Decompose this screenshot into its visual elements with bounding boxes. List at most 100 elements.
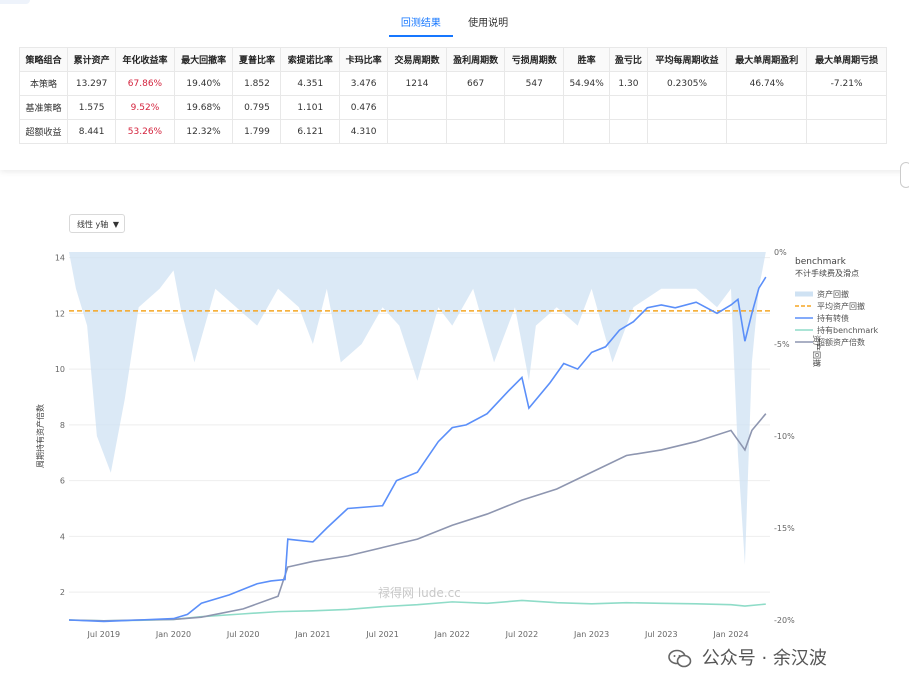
y2-tick-label: -15%: [774, 524, 795, 533]
y-tick-label: 2: [60, 588, 65, 597]
site-watermark: 禄得网 lude.cc: [378, 585, 461, 600]
table-row: 基准策略 1.575 9.52% 19.68% 0.795 1.101 0.476: [18, 95, 887, 120]
table-cell: 667: [445, 71, 506, 96]
table-cell: 3.476: [339, 71, 389, 96]
y2-tick-label: 0%: [774, 248, 787, 257]
table-cell: 0.2305%: [646, 71, 728, 96]
table-cell: 53.26%: [115, 119, 175, 144]
table-cell: 46.74%: [726, 71, 808, 96]
y2-tick-label: -5%: [774, 340, 790, 349]
table-cell: 0.476: [339, 95, 389, 120]
table-cell: 12.32%: [173, 119, 234, 144]
table-cell: [563, 95, 611, 120]
table-row: 本策略 13.297 67.86% 19.40% 1.852 4.351 3.476 1214…: [18, 71, 887, 96]
table-cell: [445, 95, 506, 120]
table-cell: 54.94%: [563, 71, 611, 96]
stats-header-cell: 交易周期数: [387, 47, 447, 72]
table-cell: 4.351: [280, 71, 341, 96]
x-tick-label: Jul 2021: [365, 630, 399, 639]
table-cell: 13.297: [67, 71, 117, 96]
stats-header-cell: 盈利周期数: [445, 47, 506, 72]
x-tick-label: Jul 2022: [505, 630, 539, 639]
y-tick-label: 10: [55, 365, 65, 374]
table-cell: 9.52%: [115, 95, 175, 120]
table-cell: 本策略: [18, 71, 69, 96]
table-cell: [806, 95, 887, 120]
watermark: 公众号 · 余汉波: [668, 644, 827, 670]
stats-header-cell: 索提诺比率: [280, 47, 341, 72]
table-cell: [646, 119, 728, 144]
brand-text: 公众号 · 余汉波: [701, 648, 827, 669]
table-cell: [646, 95, 728, 120]
tab-backtest-results[interactable]: 回测结果: [388, 14, 453, 37]
x-tick-label: Jul 2020: [226, 630, 260, 639]
table-cell: 4.310: [339, 119, 389, 144]
legend-item: 资产回撤: [817, 289, 849, 299]
table-cell: [609, 95, 648, 120]
x-tick-label: Jul 2023: [644, 630, 678, 639]
table-cell: -7.21%: [806, 71, 887, 96]
table-cell: [504, 119, 565, 144]
wechat-icon: [668, 649, 692, 668]
table-cell: 1.852: [232, 71, 282, 96]
tab-usage-guide[interactable]: 使用说明: [456, 14, 520, 35]
tab-bar: 回测结果 使用说明: [0, 14, 909, 37]
stats-header-cell: 年化收益率: [115, 47, 175, 72]
y-tick-label: 6: [60, 477, 65, 486]
table-cell: [806, 119, 887, 144]
table-cell: 67.86%: [115, 71, 175, 96]
legend-item: 持有benchmark: [817, 325, 879, 335]
stats-header-cell: 夏普比率: [232, 47, 282, 72]
table-cell: 8.441: [67, 119, 117, 144]
drawdown-area: [69, 252, 766, 565]
table-cell: 1214: [387, 71, 447, 96]
legend-subtitle: 不计手续费及滑点: [795, 268, 859, 278]
table-cell: 1.799: [232, 119, 282, 144]
equity-chart: 2 4 6 8 10 12 14 0% -5% -10% -15% -20% Jul 2019 Jan 2…: [35, 248, 879, 639]
stats-header-cell: 最大回撤率: [173, 47, 234, 72]
x-tick-label: Jan 2023: [573, 630, 609, 639]
x-tick-label: Jul 2019: [87, 630, 121, 639]
table-cell: 1.101: [280, 95, 341, 120]
stats-header-cell: 策略组合: [18, 47, 69, 72]
y2-tick-label: -20%: [774, 616, 795, 625]
table-cell: [445, 119, 506, 144]
table-row: 超额收益 8.441 53.26% 12.32% 1.799 6.121 4.310: [18, 119, 887, 144]
table-cell: [726, 119, 808, 144]
legend-item: 超额资产倍数: [817, 337, 865, 347]
y2-tick-label: -10%: [774, 432, 795, 441]
stats-header-cell: 最大单周期亏损: [806, 47, 887, 72]
legend-title: benchmark: [795, 257, 847, 267]
x-tick-label: Jan 2020: [155, 630, 191, 639]
table-cell: 6.121: [280, 119, 341, 144]
table-cell: 547: [504, 71, 565, 96]
stats-header-cell: 胜率: [563, 47, 611, 72]
stats-table: 策略组合 累计资产 年化收益率 最大回撤率 夏普比率 索提诺比率 卡玛比率 交易周期数 盈利周期…: [18, 47, 887, 144]
table-cell: 1.575: [67, 95, 117, 120]
stats-header-cell: 卡玛比率: [339, 47, 389, 72]
results-card: 回测结果 使用说明 策略组合 累计资产 年化收益率 最大回撤率 夏普比率 索提诺比率 卡玛比…: [0, 0, 909, 170]
stats-header-row: 策略组合 累计资产 年化收益率 最大回撤率 夏普比率 索提诺比率 卡玛比率 交易周期数 盈利周期…: [18, 47, 887, 72]
table-cell: 基准策略: [18, 95, 69, 120]
stats-header-cell: 最大单周期盈利: [726, 47, 808, 72]
table-cell: [726, 95, 808, 120]
x-tick-label: Jan 2024: [712, 630, 748, 639]
legend-item: 平均资产回撤: [817, 301, 865, 311]
table-cell: [387, 119, 447, 144]
stats-header-cell: 盈亏比: [609, 47, 648, 72]
table-cell: 超额收益: [18, 119, 69, 144]
x-tick-label: Jan 2022: [434, 630, 470, 639]
table-cell: 1.30: [609, 71, 648, 96]
y-tick-label: 8: [60, 421, 65, 430]
stats-header-cell: 平均每周期收益: [646, 47, 728, 72]
table-cell: 19.68%: [173, 95, 234, 120]
stats-body: 本策略 13.297 67.86% 19.40% 1.852 4.351 3.476 1214…: [18, 71, 887, 144]
y-axis-title: 周期持有资产倍数: [35, 404, 45, 468]
stats-header-cell: 亏损周期数: [504, 47, 565, 72]
table-cell: [504, 95, 565, 120]
y-tick-label: 14: [55, 254, 65, 263]
legend-item: 持有转债: [817, 313, 849, 323]
stats-header-cell: 累计资产: [67, 47, 117, 72]
table-cell: [609, 119, 648, 144]
table-cell: 19.40%: [173, 71, 234, 96]
